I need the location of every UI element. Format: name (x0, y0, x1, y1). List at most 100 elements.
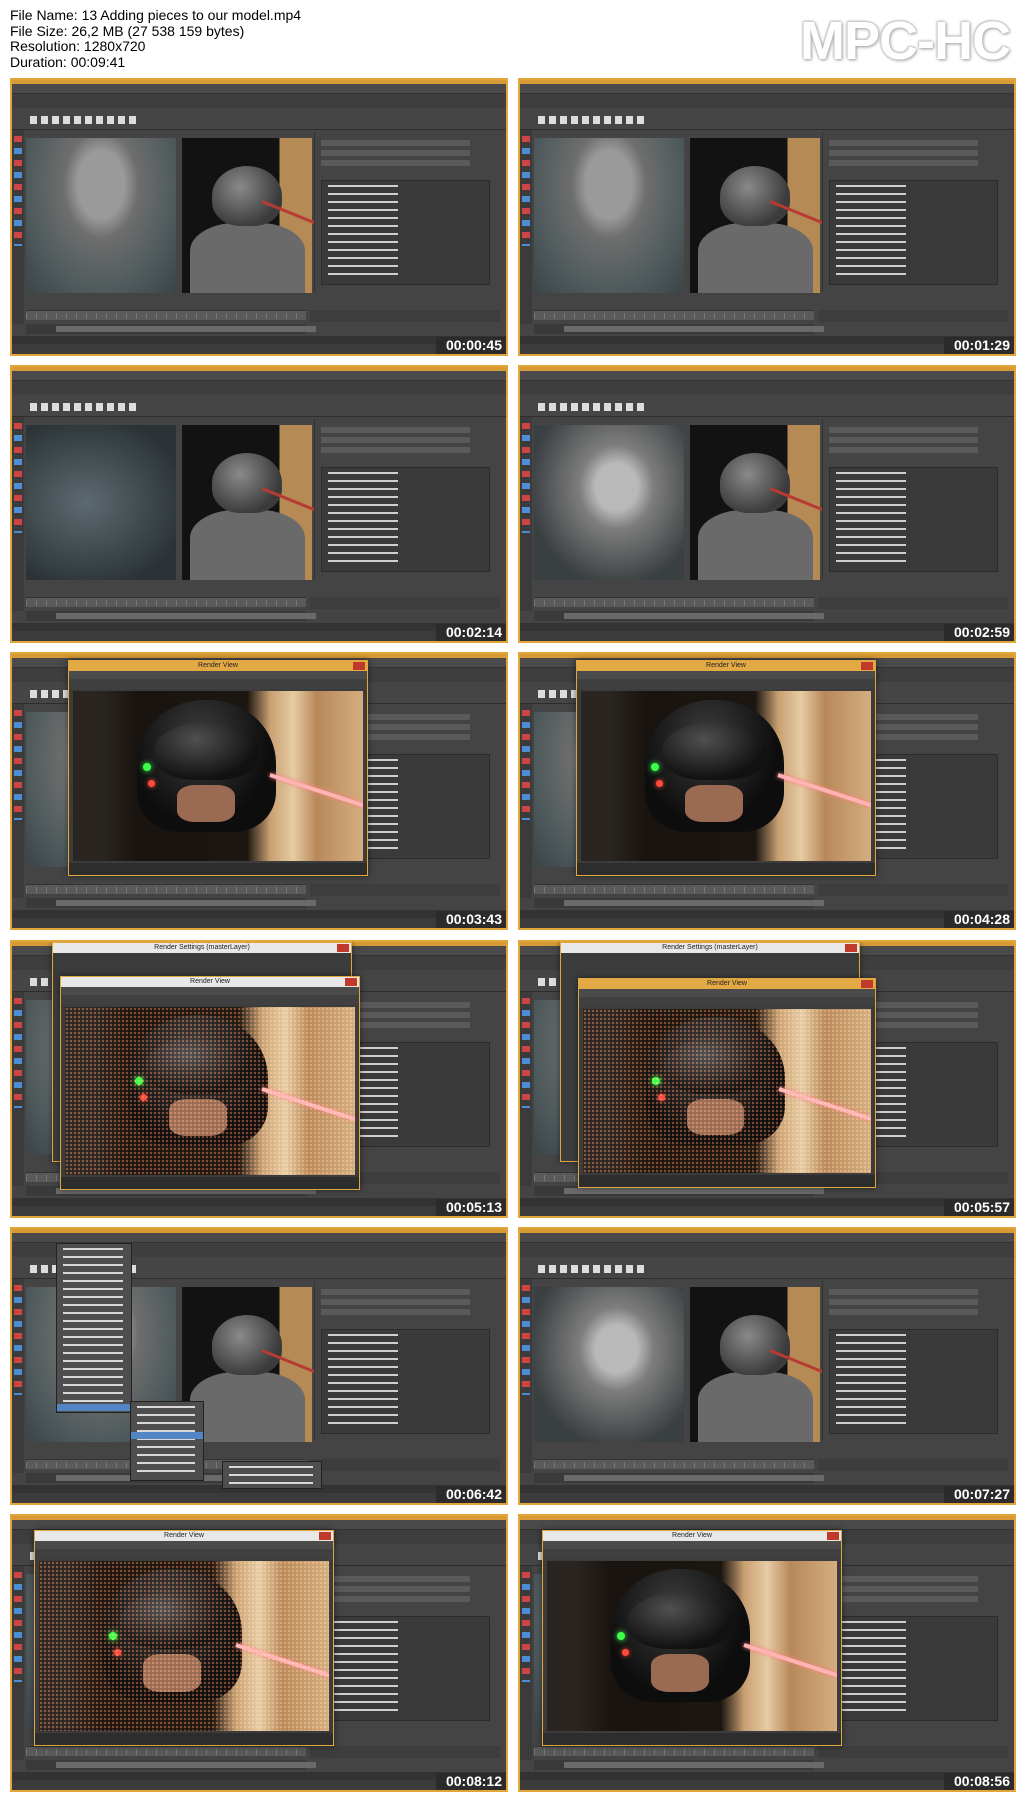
attribute-list[interactable] (321, 1328, 490, 1434)
perspective-viewport[interactable] (26, 138, 176, 293)
render-view-window[interactable]: Render View (60, 975, 360, 1190)
maya-toolbox[interactable] (12, 1565, 24, 1760)
command-line[interactable] (520, 910, 1014, 919)
render-view-menubar[interactable] (35, 1540, 333, 1549)
time-slider[interactable] (26, 1745, 306, 1756)
command-line[interactable] (12, 623, 506, 632)
maya-menubar[interactable] (12, 1519, 506, 1530)
time-slider[interactable] (534, 597, 814, 608)
close-button[interactable] (827, 1531, 839, 1540)
close-button[interactable] (337, 943, 349, 952)
maya-toolbox[interactable] (520, 991, 532, 1186)
range-slider[interactable] (534, 324, 824, 334)
range-slider[interactable] (534, 1472, 824, 1483)
perspective-viewport[interactable] (26, 425, 176, 581)
maya-status-line[interactable] (520, 1242, 1014, 1257)
attribute-list[interactable] (321, 467, 490, 573)
maya-status-line[interactable] (12, 94, 506, 108)
playback-controls[interactable] (310, 597, 500, 610)
attribute-editor[interactable] (314, 1567, 500, 1728)
maya-shelf[interactable] (520, 1256, 1014, 1279)
attribute-field[interactable] (829, 150, 978, 156)
playback-controls[interactable] (818, 597, 1008, 610)
maya-toolbox[interactable] (12, 704, 24, 899)
command-line[interactable] (520, 623, 1014, 632)
attribute-field[interactable] (321, 1595, 470, 1602)
render-view-titlebar[interactable]: Render View (61, 976, 359, 987)
submenu-item-highlight[interactable] (131, 1431, 203, 1439)
attribute-field[interactable] (829, 1298, 978, 1305)
close-button[interactable] (345, 977, 357, 986)
attribute-field[interactable] (829, 437, 978, 444)
render-view-toolbar[interactable] (35, 1548, 333, 1559)
range-slider[interactable] (26, 324, 316, 334)
render-view-menubar[interactable] (543, 1540, 841, 1549)
attribute-editor[interactable] (822, 1280, 1008, 1441)
render-settings-titlebar[interactable]: Render Settings (masterLayer) (561, 942, 859, 953)
time-slider[interactable] (534, 884, 814, 895)
render-view-titlebar[interactable]: Render View (69, 661, 367, 672)
playback-controls[interactable] (310, 1745, 500, 1758)
playback-controls[interactable] (818, 1458, 1008, 1471)
attribute-field[interactable] (321, 447, 470, 454)
time-slider[interactable] (534, 1458, 814, 1469)
playback-controls[interactable] (818, 884, 1008, 897)
close-button[interactable] (319, 1531, 331, 1540)
attribute-field[interactable] (321, 1298, 470, 1305)
attribute-field[interactable] (829, 447, 978, 454)
perspective-viewport[interactable] (534, 138, 684, 293)
attribute-field[interactable] (829, 140, 978, 146)
command-line[interactable] (12, 1197, 506, 1206)
close-button[interactable] (845, 943, 857, 952)
render-view-toolbar[interactable] (69, 679, 367, 690)
create-menu[interactable] (56, 1242, 132, 1413)
maya-shelf[interactable] (520, 395, 1014, 418)
close-button[interactable] (353, 662, 365, 671)
maya-toolbox[interactable] (520, 704, 532, 899)
render-view-toolbar[interactable] (61, 994, 359, 1005)
time-slider[interactable] (534, 310, 814, 320)
render-view-window[interactable]: Render View (578, 977, 876, 1188)
attribute-field[interactable] (321, 427, 470, 434)
attribute-field[interactable] (829, 1595, 978, 1602)
render-view-window[interactable]: Render View (68, 660, 368, 877)
playback-controls[interactable] (818, 310, 1008, 322)
render-view-window[interactable]: Render View (576, 660, 876, 877)
range-slider[interactable] (26, 611, 316, 622)
attribute-editor[interactable] (822, 132, 1008, 292)
command-line[interactable] (520, 1771, 1014, 1780)
maya-toolbox[interactable] (520, 1565, 532, 1760)
attribute-editor[interactable] (314, 132, 500, 292)
playback-controls[interactable] (310, 884, 500, 897)
render-view-window[interactable]: Render View (542, 1529, 842, 1746)
render-view-titlebar[interactable]: Render View (577, 661, 875, 672)
attribute-field[interactable] (321, 140, 470, 146)
maya-menubar[interactable] (520, 371, 1014, 382)
render-settings-titlebar[interactable]: Render Settings (masterLayer) (53, 942, 351, 953)
attribute-field[interactable] (829, 427, 978, 434)
maya-toolbox[interactable] (12, 1278, 24, 1473)
maya-shelf[interactable] (520, 108, 1014, 130)
maya-menubar[interactable] (12, 84, 506, 94)
time-slider[interactable] (534, 1745, 814, 1756)
time-slider[interactable] (26, 884, 306, 895)
maya-status-line[interactable] (520, 94, 1014, 108)
attribute-editor[interactable] (314, 1280, 500, 1441)
playback-controls[interactable] (310, 1458, 500, 1471)
render-view-menubar[interactable] (61, 986, 359, 995)
attribute-list[interactable] (321, 180, 490, 285)
command-line[interactable] (520, 1197, 1014, 1206)
attribute-field[interactable] (321, 1585, 470, 1592)
playback-controls[interactable] (310, 310, 500, 322)
range-slider[interactable] (26, 898, 316, 909)
range-slider[interactable] (534, 1759, 824, 1770)
maya-status-line[interactable] (520, 381, 1014, 396)
range-slider[interactable] (534, 611, 824, 622)
render-view-menubar[interactable] (69, 671, 367, 680)
attribute-field[interactable] (829, 1308, 978, 1315)
command-line[interactable] (12, 336, 506, 344)
command-line[interactable] (12, 1771, 506, 1780)
maya-menubar[interactable] (12, 1232, 506, 1243)
maya-toolbox[interactable] (520, 417, 532, 612)
render-view-toolbar[interactable] (577, 679, 875, 690)
